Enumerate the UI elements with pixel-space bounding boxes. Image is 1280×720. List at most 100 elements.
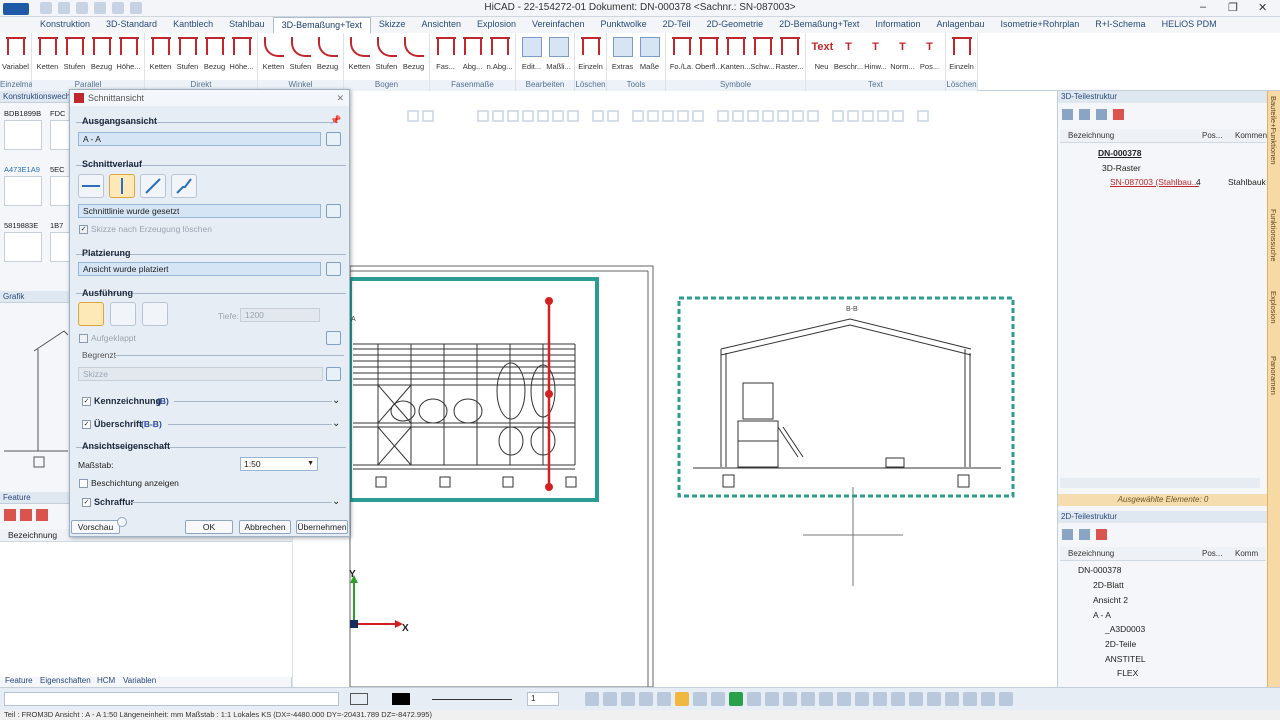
view-tool-icon[interactable] (675, 692, 689, 706)
model-thumbnail[interactable]: A473E1A9 (4, 165, 48, 206)
cut-type-partial-button[interactable] (142, 302, 168, 326)
filter-icon[interactable] (1079, 529, 1090, 540)
ribbon-button[interactable]: Stufen (373, 35, 400, 80)
ribbon-tab[interactable]: Anlagenbau (928, 17, 992, 33)
ribbon-button[interactable]: Einzeln (577, 35, 604, 80)
ueberschrift-expand-icon[interactable]: ⌄ (332, 418, 340, 429)
feature-list[interactable] (0, 542, 292, 677)
ribbon-button[interactable]: Höhe... (228, 35, 255, 80)
horizontal-cut-button[interactable] (78, 174, 104, 198)
tab-hcm[interactable]: HCM (97, 676, 115, 685)
ribbon-tab[interactable]: Kantblech (165, 17, 221, 33)
ribbon-tab[interactable]: 2D-Geometrie (699, 17, 772, 33)
pick-place-icon[interactable] (326, 262, 341, 276)
ribbon-button[interactable]: Maße (636, 35, 663, 80)
ribbon-button[interactable]: Abg... (459, 35, 486, 80)
view-tool-icon[interactable] (693, 692, 707, 706)
ribbon-button[interactable]: Ketten (346, 35, 373, 80)
close-icon[interactable]: ✕ (1258, 1, 1267, 14)
view-tool-icon[interactable] (657, 692, 671, 706)
tab-eigenschaften[interactable]: Eigenschaften (40, 676, 91, 685)
ribbon-button[interactable]: Bezug (400, 35, 427, 80)
dialog-close-icon[interactable]: ✕ (336, 90, 344, 106)
view-tool-icon[interactable] (621, 692, 635, 706)
ribbon-button[interactable]: Bezug (88, 35, 115, 80)
view-tool-icon[interactable] (891, 692, 905, 706)
ribbon-tab[interactable]: 3D-Bemaßung+Text (272, 17, 371, 33)
begrenzt-pick-icon[interactable] (326, 367, 341, 381)
tiefe-field[interactable]: 1200 (240, 308, 320, 322)
ribbon-button[interactable]: Text Neu (808, 35, 835, 80)
ribbon-button[interactable]: T Beschr... (834, 35, 863, 80)
ribbon-button[interactable]: Bezug (201, 35, 228, 80)
tree-row[interactable]: Ansicht 2 (1093, 595, 1128, 605)
ribbon-tab[interactable]: Information (867, 17, 928, 33)
beschichtung-checkbox[interactable] (79, 479, 88, 488)
drawing-canvas[interactable]: A B-B Y X (293, 91, 1057, 688)
view-tool-icon[interactable] (999, 692, 1013, 706)
ribbon-button[interactable]: Maßli... (545, 35, 572, 80)
ribbon-tab[interactable]: Isometrie+Rohrplan (993, 17, 1088, 33)
ribbon-button[interactable]: Schw... (749, 35, 776, 80)
linetype-select[interactable] (432, 699, 512, 700)
tree-row[interactable]: 2D-Blatt (1093, 580, 1124, 590)
search-icon[interactable] (1062, 529, 1073, 540)
ribbon-tab[interactable]: Vereinfachen (524, 17, 593, 33)
ribbon-button[interactable]: Extras (609, 35, 636, 80)
model-thumbnail[interactable]: BDB1899B (4, 109, 48, 150)
tree-row[interactable]: 2D-Teile (1105, 639, 1136, 649)
ueberschrift-checkbox[interactable]: ✓ (82, 420, 91, 429)
schraffur-expand-icon[interactable]: ⌄ (332, 496, 340, 507)
tab-feature[interactable]: Feature (5, 676, 33, 685)
tool-icon[interactable] (1096, 529, 1107, 540)
tree-row[interactable]: ANSTITEL (1105, 654, 1146, 664)
ribbon-button[interactable]: Stufen (287, 35, 314, 80)
tree-row[interactable]: A - A (1093, 610, 1111, 620)
feature-tool-icon[interactable] (4, 509, 16, 521)
view-tool-icon[interactable] (837, 692, 851, 706)
view-tool-icon[interactable] (765, 692, 779, 706)
cut-type-solid-button[interactable] (78, 302, 104, 326)
ausfuehrung-pick-icon[interactable] (326, 331, 341, 345)
minimize-icon[interactable]: – (1200, 1, 1206, 13)
view-tool-icon[interactable] (585, 692, 599, 706)
color-swatch[interactable] (392, 693, 410, 705)
ribbon-button[interactable]: Fo./La. (668, 35, 695, 80)
ribbon-tab[interactable]: HELiOS PDM (1154, 17, 1225, 33)
vorschau-slider-knob[interactable] (117, 517, 127, 527)
massstab-select[interactable]: 1:50 ▼ (240, 457, 318, 471)
aufgeklappt-checkbox[interactable] (79, 334, 88, 343)
tool-icon[interactable] (1096, 109, 1107, 120)
ribbon-button[interactable]: Edit... (518, 35, 545, 80)
cut-type-shaded-button[interactable] (110, 302, 136, 326)
view-tool-icon[interactable] (711, 692, 725, 706)
view-tool-icon[interactable] (963, 692, 977, 706)
vorschau-button[interactable]: Vorschau (71, 520, 120, 534)
ribbon-tab[interactable]: R+I-Schema (1087, 17, 1153, 33)
model-thumbnail[interactable]: 5819883E (4, 221, 48, 262)
view-tool-icon[interactable] (603, 692, 617, 706)
feature-tool-icon[interactable] (36, 509, 48, 521)
view-tool-icon[interactable] (981, 692, 995, 706)
side-tab[interactable]: Funktionssuche (1269, 209, 1278, 262)
side-tab[interactable]: Explosion (1269, 291, 1278, 324)
line-width-select[interactable]: 1 (527, 692, 559, 706)
view-tool-icon[interactable] (927, 692, 941, 706)
begrenzt-skizze-field[interactable]: Skizze (78, 367, 323, 381)
view-tool-icon[interactable] (729, 692, 743, 706)
view-tool-icon[interactable] (801, 692, 815, 706)
ribbon-button[interactable]: Ketten (147, 35, 174, 80)
ribbon-button[interactable]: T Norm... (889, 35, 916, 80)
kennzeichnung-checkbox[interactable]: ✓ (82, 397, 91, 406)
view-tool-icon[interactable] (639, 692, 653, 706)
ribbon-tab[interactable]: Konstruktion (32, 17, 98, 33)
tree-row[interactable]: DN-000378 (1078, 565, 1121, 575)
view-tool-icon[interactable] (783, 692, 797, 706)
skizze-loeschen-checkbox[interactable]: ✓ (79, 225, 88, 234)
tree-row[interactable]: _A3D0003 (1105, 624, 1145, 634)
view-tool-icon[interactable] (819, 692, 833, 706)
ribbon-button[interactable]: T Hinw... (862, 35, 889, 80)
ribbon-button[interactable]: Fas... (432, 35, 459, 80)
kennzeichnung-expand-icon[interactable]: ⌄ (332, 395, 340, 406)
feature-tool-icon[interactable] (20, 509, 32, 521)
